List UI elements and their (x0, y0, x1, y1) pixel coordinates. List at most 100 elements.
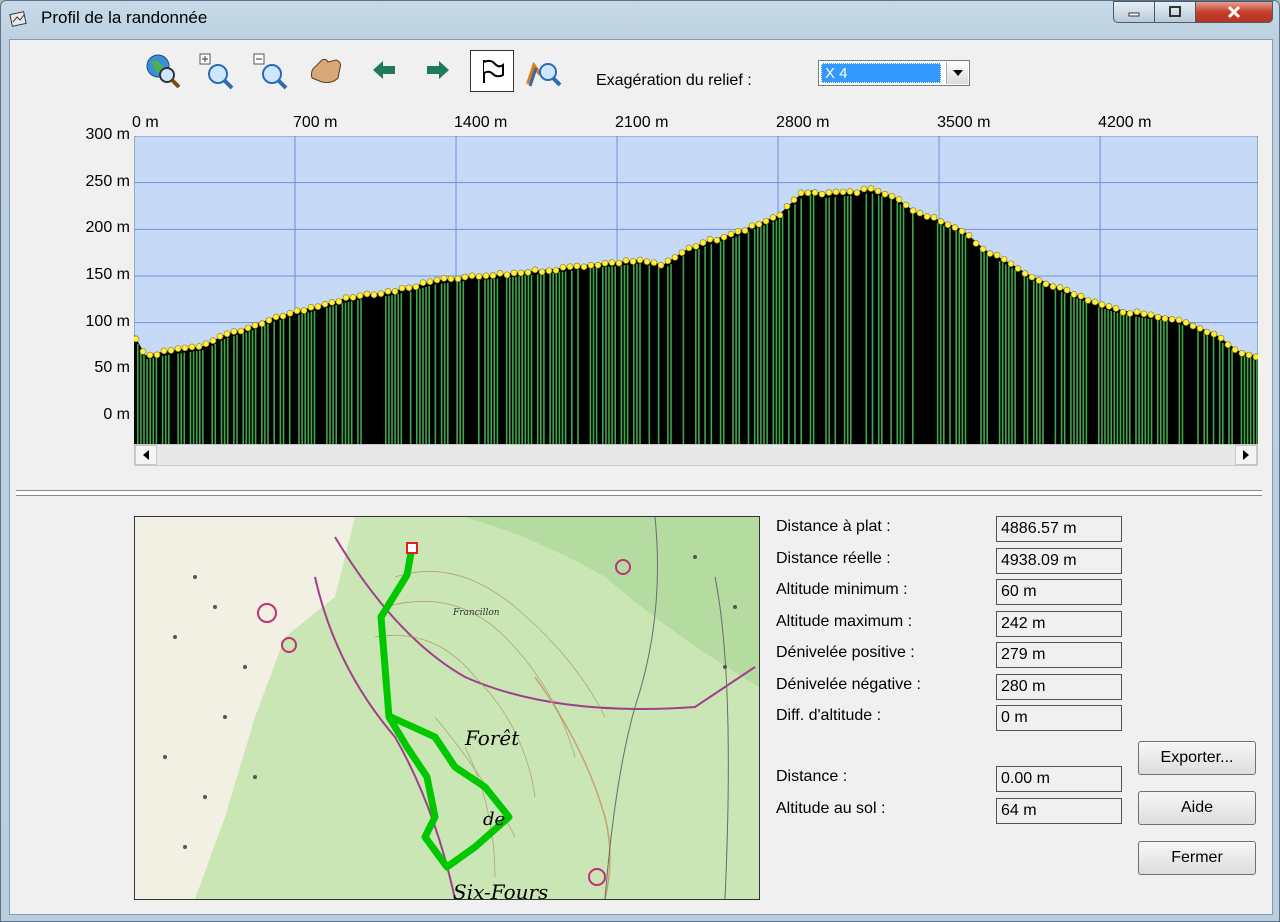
elevation-stripe (527, 275, 530, 444)
x-tick-label: 2800 m (776, 114, 830, 131)
elevation-stripe (267, 323, 269, 444)
elevation-stripe (515, 276, 517, 444)
elevation-stripe (242, 333, 244, 444)
elevation-stripe (614, 266, 616, 444)
elevation-stripe (1156, 319, 1159, 444)
minimize-button[interactable] (1113, 1, 1155, 23)
elevation-stripe (1026, 277, 1029, 444)
track-point (783, 202, 791, 210)
elevation-stripe (180, 353, 182, 444)
elevation-stripe (710, 244, 713, 444)
export-button[interactable]: Exporter... (1138, 741, 1256, 775)
track-point (1091, 298, 1099, 306)
track-point (1084, 297, 1092, 304)
elevation-stripe (902, 206, 905, 444)
track-point (1231, 346, 1239, 353)
elevation-stripe (152, 357, 155, 444)
track-point (748, 222, 756, 229)
elevation-stripe (1119, 313, 1122, 444)
pan-hand-button[interactable] (304, 48, 348, 92)
map-image: Forêt de Six-Fours Francillon (135, 517, 759, 899)
elevation-stripe (611, 266, 613, 444)
elevation-stripe (447, 282, 449, 444)
elevation-stripe (825, 197, 827, 444)
track-point (517, 269, 525, 277)
title-bar[interactable]: Profil de la randonnée (1, 1, 1279, 37)
flag-toggle-button[interactable] (470, 50, 514, 92)
close-dialog-button[interactable]: Fermer (1138, 841, 1256, 875)
elevation-stripe (307, 312, 310, 444)
elevation-stripe (543, 273, 545, 444)
scroll-right-button[interactable] (1235, 445, 1257, 465)
elevation-stripe (1141, 317, 1143, 444)
zoom-in-button[interactable] (194, 48, 238, 92)
elevation-stripe (509, 277, 511, 444)
track-point (944, 221, 952, 229)
pan-hand-icon (311, 58, 341, 83)
profile-search-button[interactable] (522, 48, 566, 92)
track-point (594, 261, 602, 269)
elevation-stripe (555, 272, 558, 444)
x-tick-label: 1400 m (454, 114, 508, 131)
elevation-stripe (682, 256, 685, 444)
track-point (1210, 330, 1218, 338)
track-point (1140, 310, 1148, 318)
track-point (1175, 316, 1183, 324)
elevation-stripe (350, 301, 353, 444)
panel-splitter[interactable] (16, 490, 1262, 496)
elevation-stripe (344, 302, 347, 444)
elevation-stripe (667, 266, 669, 444)
track-point (706, 235, 714, 243)
elevation-stripe (248, 331, 251, 444)
elevation-stripe (1082, 300, 1085, 444)
stat-label: Dénivelée positive : (776, 644, 915, 661)
maximize-button[interactable] (1154, 1, 1196, 23)
track-point (426, 278, 434, 286)
close-button[interactable] (1195, 1, 1273, 23)
elevation-chart[interactable] (134, 136, 1258, 444)
elevation-stripe (1011, 267, 1013, 444)
track-point (1217, 334, 1225, 342)
track-point (1000, 255, 1008, 263)
zoom-globe-button[interactable] (140, 48, 184, 92)
elevation-stripe (149, 358, 151, 444)
scroll-left-button[interactable] (135, 445, 157, 465)
elevation-stripe (496, 278, 499, 444)
track-point (545, 267, 553, 275)
arrow-right-button[interactable] (416, 48, 460, 92)
track-point (979, 245, 987, 253)
minimize-icon (1128, 12, 1140, 17)
dropdown-button[interactable] (946, 62, 968, 84)
elevation-stripe (850, 195, 852, 444)
relief-dropdown[interactable]: X 4 (818, 60, 970, 86)
elevation-stripe (608, 266, 610, 444)
stat-value: 4938.09 m (996, 548, 1122, 574)
zoom-globe-icon (146, 54, 181, 89)
cursor-label: Distance : (776, 768, 848, 785)
track-point (342, 294, 350, 301)
track-point (216, 333, 224, 340)
track-point (314, 303, 322, 311)
elevation-stripe (462, 281, 465, 444)
help-button[interactable]: Aide (1138, 791, 1256, 825)
elevation-stripe (809, 195, 812, 444)
elevation-stripe (1032, 280, 1035, 444)
zoom-out-button[interactable] (248, 48, 292, 92)
elevation-stripe (1039, 283, 1041, 444)
track-point (615, 259, 623, 267)
zoom-in-icon (199, 53, 234, 90)
track-point (258, 320, 266, 328)
elevation-stripe (288, 317, 291, 444)
track-point (412, 283, 420, 291)
y-tick-label: 200 m (85, 219, 130, 237)
stat-value: 242 m (996, 611, 1122, 637)
chart-scrollbar[interactable] (134, 444, 1258, 466)
track-point (1161, 315, 1169, 322)
track-point (1105, 302, 1113, 310)
route-map[interactable]: Forêt de Six-Fours Francillon (134, 516, 760, 900)
track-point (965, 232, 973, 239)
track-point (328, 298, 336, 306)
elevation-stripe (633, 264, 635, 444)
track-point (188, 343, 196, 351)
arrow-left-button[interactable] (362, 48, 406, 92)
